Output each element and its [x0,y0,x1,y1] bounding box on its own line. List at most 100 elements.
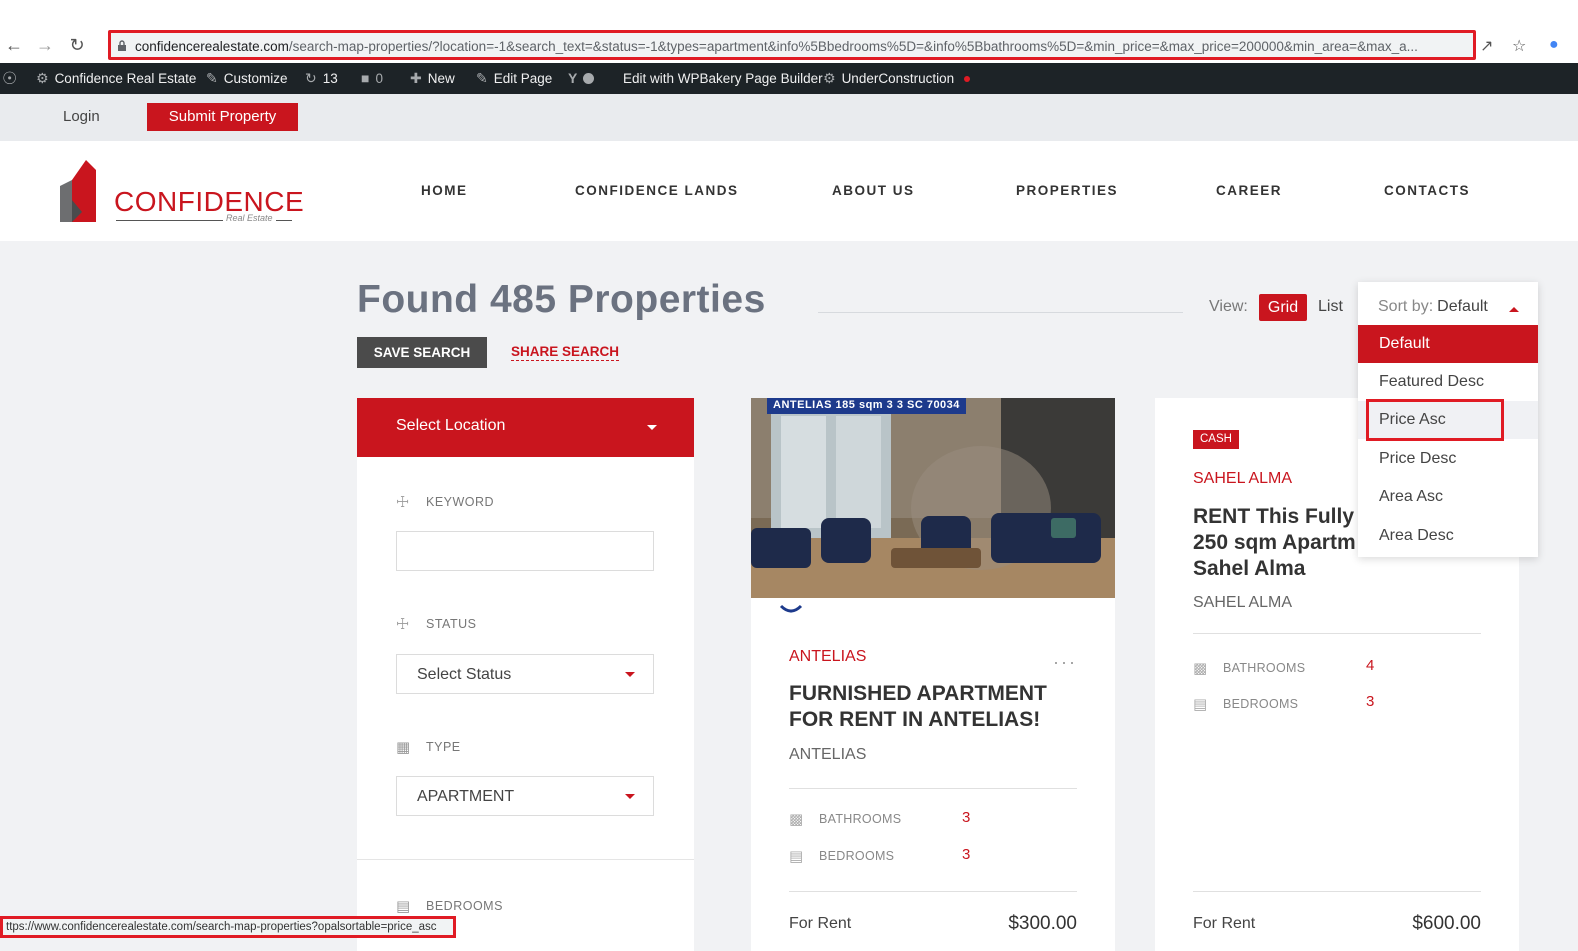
listing-status: For Rent [1193,915,1256,932]
menu-career[interactable]: CAREER [1216,183,1282,198]
building-icon: ▦ [396,739,411,756]
card-title[interactable]: FURNISHED APARTMENT FOR RENT IN ANTELIAS… [789,681,1089,733]
admin-new[interactable]: ✚ New [410,63,455,94]
dresser-icon: ▤ [396,898,411,915]
sort-option-area-asc[interactable]: Area Asc [1358,478,1538,516]
sort-by-label[interactable]: Sort by: Default [1378,298,1488,316]
share-search-link[interactable]: SHARE SEARCH [511,344,620,361]
sort-option-default[interactable]: Default [1358,325,1538,363]
link-status-bar: ttps://www.confidencerealestate.com/sear… [0,916,456,938]
dresser-icon: ▤ [789,848,804,865]
card-subtitle: ANTELIAS [789,746,867,763]
back-arrow-icon[interactable]: ← [3,34,25,56]
card-divider [789,788,1077,789]
submit-property-button[interactable]: Submit Property [147,103,298,131]
caret-down-icon [625,672,635,677]
card-subtitle: SAHEL ALMA [1193,594,1293,611]
bedrooms-label: ▤ BEDROOMS [1193,696,1299,713]
forward-arrow-icon[interactable]: → [34,34,56,56]
status-label: ☩ STATUS [396,616,477,633]
photo-caption-strip: ANTELIAS 185 sqm 3 3 SC 70034 [767,398,966,414]
logo-tagline: Real Estate [223,213,276,223]
sort-option-price-desc[interactable]: Price Desc [1358,440,1538,478]
bedrooms-label: ▤ BEDROOMS [789,848,895,865]
logo-name: CONFIDENCE [114,186,305,217]
lock-icon [118,40,126,51]
top-strip: Login Submit Property [0,94,1578,141]
status-select[interactable]: Select Status [396,654,654,694]
keyword-input[interactable] [396,531,654,571]
sort-option-area-desc[interactable]: Area Desc [1358,517,1538,555]
view-label: View: [1209,298,1248,315]
dresser-icon: ▤ [1193,696,1208,713]
list-view-button[interactable]: List [1318,298,1343,316]
admin-under-construction[interactable]: ⚙ UnderConstruction [823,63,971,94]
brush-icon: ✎ [206,70,218,86]
type-label: ▦ TYPE [396,739,461,756]
reload-icon[interactable]: ↻ [66,34,88,56]
comment-icon: ■ [361,70,370,86]
admin-site-name[interactable]: ⚙ Confidence Real Estate [36,63,196,94]
bedrooms-label: ▤ BEDROOMS [396,898,503,915]
bathrooms-label: ▩ BATHROOMS [789,811,902,828]
caret-down-icon [647,425,657,430]
bathtub-icon: ▩ [1193,660,1208,677]
site-header: CONFIDENCE Real Estate HOME CONFIDENCE L… [0,141,1578,241]
url-text: confidencerealestate.com/search-map-prop… [135,39,1418,54]
listing-status: For Rent [789,915,852,932]
signpost-icon: ☩ [396,616,410,633]
logo-mark-icon [60,160,96,222]
bathtub-icon: ▩ [789,811,804,828]
menu-contacts[interactable]: CONTACTS [1384,183,1470,198]
bathrooms-value: 4 [1366,657,1375,674]
admin-comments[interactable]: ■ 0 [361,63,383,94]
seo-status-dot [583,73,595,84]
search-sidebar: Select Location ☩ KEYWORD ☩ STATUS Selec… [357,398,694,951]
card-divider [1193,891,1481,892]
admin-edit-page[interactable]: ✎ Edit Page [476,63,552,94]
updates-icon: ↻ [305,70,317,86]
dashboard-icon: ⚙ [36,70,49,86]
share-icon[interactable]: ↗ [1480,36,1493,56]
address-bar[interactable]: confidencerealestate.com/search-map-prop… [108,30,1476,60]
extension-icon[interactable]: ● [1549,36,1559,54]
status-dot [964,75,971,82]
card-location[interactable]: ANTELIAS [789,648,866,666]
menu-about-us[interactable]: ABOUT US [832,183,915,198]
wp-admin-bar: ☉ ⚙ Confidence Real Estate ✎ Customize ↻ 13… [0,63,1578,94]
yoast-icon[interactable]: Y [568,63,595,94]
signpost-icon: ☩ [396,494,410,511]
property-price: $600.00 [1412,913,1481,934]
menu-home[interactable]: HOME [421,183,468,198]
results-title: Found 485 Properties [357,278,766,321]
admin-wpbakery[interactable]: Edit with WPBakery Page Builder [623,63,823,94]
property-photo[interactable]: ANTELIAS 185 sqm 3 3 SC 70034 [751,398,1115,614]
title-divider [818,312,1183,313]
wordpress-logo-icon[interactable]: ☉ [2,63,17,94]
more-options-icon[interactable]: ··· [1053,652,1077,673]
property-card[interactable]: ANTELIAS 185 sqm 3 3 SC 70034 ANTELIAS ·… [751,398,1115,951]
grid-view-button[interactable]: Grid [1259,294,1307,321]
admin-updates[interactable]: ↻ 13 [305,63,338,94]
card-title[interactable]: RENT This Fully 250 sqm Apartm Sahel Alm… [1193,504,1368,582]
site-logo[interactable]: CONFIDENCE Real Estate [58,160,304,226]
bathrooms-label: ▩ BATHROOMS [1193,660,1306,677]
plus-icon: ✚ [410,70,422,86]
bedrooms-value: 3 [1366,693,1375,710]
login-link[interactable]: Login [63,108,100,125]
card-location[interactable]: SAHEL ALMA [1193,470,1292,488]
admin-customize[interactable]: ✎ Customize [206,63,288,94]
menu-confidence-lands[interactable]: CONFIDENCE LANDS [575,183,739,198]
caret-up-icon [1509,307,1519,312]
bookmark-star-icon[interactable]: ☆ [1512,36,1526,56]
select-location-dropdown[interactable]: Select Location [357,398,694,457]
menu-properties[interactable]: PROPERTIES [1016,183,1118,198]
keyword-label: ☩ KEYWORD [396,494,495,511]
card-divider [1193,633,1481,634]
type-select[interactable]: APARTMENT [396,776,654,816]
property-price: $300.00 [1008,913,1077,934]
caret-down-icon [625,794,635,799]
sort-option-featured-desc[interactable]: Featured Desc [1358,363,1538,401]
card-divider [789,891,1077,892]
save-search-button[interactable]: SAVE SEARCH [357,337,487,368]
